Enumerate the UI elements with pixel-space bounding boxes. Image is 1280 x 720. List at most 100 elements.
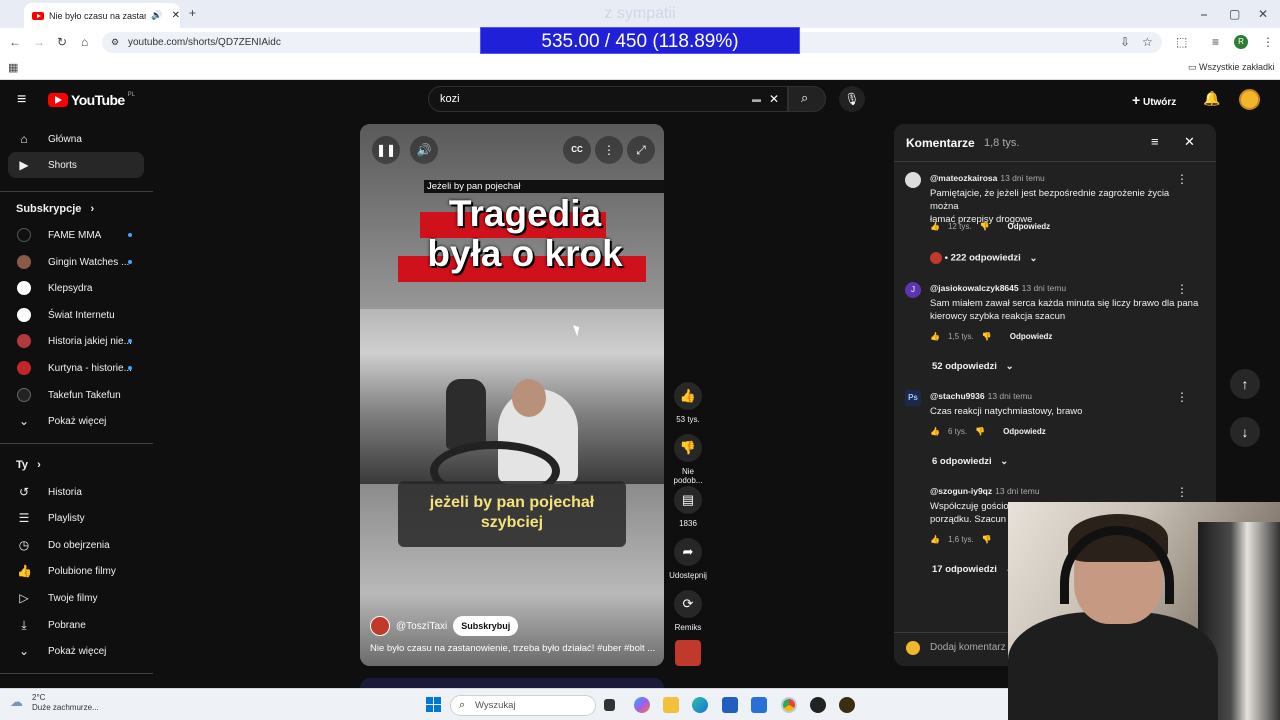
sort-icon[interactable]: ≡ [1151,134,1159,149]
sidebar-subscription[interactable]: Świat Internetu [8,302,144,328]
sidebar-subscription[interactable]: Takefun Takefun [8,382,144,408]
next-short-button[interactable]: ↓ [1230,417,1260,447]
youtube-logo[interactable]: YouTube PL [48,92,135,108]
notifications-bell-icon[interactable]: 🔔 [1203,90,1220,107]
reply-button[interactable]: Odpowiedz [1003,427,1046,436]
create-button[interactable]: + Utwórz [1132,92,1176,108]
thumbs-down-icon[interactable]: 👎 [975,427,985,436]
more-options-icon[interactable]: ⋮ [1176,485,1188,499]
captions-icon[interactable]: CC [563,136,591,164]
next-video-preview[interactable] [360,678,664,688]
app-icon[interactable] [810,697,826,713]
sidebar-item-history[interactable]: ↺ Historia [8,479,144,505]
speaker-icon[interactable]: 🔊 [151,10,162,21]
like-button[interactable]: 👍 53 tys. [668,382,708,424]
thumbs-down-icon[interactable]: 👎 [982,332,992,341]
more-options-icon[interactable]: ⋮ [1176,172,1188,186]
user-avatar[interactable] [1239,89,1260,110]
volume-icon[interactable]: 🔊 [410,136,438,164]
sidebar-item-home[interactable]: ⌂ Główna [8,126,144,152]
fullscreen-icon[interactable]: ⤢ [627,136,655,164]
maximize-icon[interactable]: ▢ [1229,8,1240,20]
sidebar-item-playlists[interactable]: ☰ Playlisty [8,505,144,531]
clear-search-icon[interactable]: ✕ [769,87,779,111]
view-replies-button[interactable]: • 222 odpowiedzi ⌄ [930,252,1037,264]
profile-avatar[interactable]: R [1234,35,1248,49]
windows-start-icon[interactable] [426,697,441,712]
task-view-icon[interactable] [604,699,615,711]
taskbar-search-input[interactable]: ⌕ Wyszukaj [450,695,596,716]
you-header[interactable]: Ty › [16,459,41,471]
install-icon[interactable]: ⇩ [1120,36,1130,48]
tab-close-icon[interactable]: ✕ [172,10,180,21]
comment-author[interactable]: @jasiokowalczyk8645 13 dni temu [930,283,1066,293]
search-button[interactable]: ⌕ [788,86,826,112]
sidebar-item-shorts[interactable]: ▶ Shorts [8,152,144,178]
sidebar-subscription[interactable]: Gingin Watches ... [8,249,144,275]
back-icon[interactable]: ← [9,36,21,48]
view-replies-button[interactable]: 6 odpowiedzi ⌄ [932,456,1008,467]
thumbs-up-icon[interactable]: 👍 [930,535,940,544]
sidebar-subscription[interactable]: Klepsydra [8,275,144,301]
previous-short-button[interactable]: ↑ [1230,369,1260,399]
more-options-icon[interactable]: ⋮ [1176,390,1188,404]
chrome-icon[interactable] [781,697,797,713]
comment-avatar[interactable]: Ps [905,390,921,406]
copilot-icon[interactable] [634,697,650,713]
thumbs-up-icon[interactable]: 👍 [930,332,940,341]
new-tab-icon[interactable]: + [189,7,196,19]
thumbs-up-icon[interactable]: 👍 [930,427,940,436]
share-button[interactable]: ➦ Udostępnij [668,538,708,580]
media-icon[interactable]: ≡ [1212,36,1219,48]
comment-avatar[interactable] [905,172,921,188]
sidebar-subscription[interactable]: Kurtyna - historie... [8,355,144,381]
all-bookmarks[interactable]: ▭ Wszystkie zakładki [1188,62,1275,73]
bookmark-star-icon[interactable]: ☆ [1142,36,1153,48]
sidebar-item-your-videos[interactable]: ▷ Twoje filmy [8,585,144,611]
weather-widget[interactable]: ☁ 2°C Duże zachmurze... [10,693,99,713]
comment-author[interactable]: @mateozkairosa 13 dni temu [930,173,1045,183]
sidebar-subscription[interactable]: Historia jakiej nie... [8,328,144,354]
more-options-icon[interactable]: ⋮ [1176,282,1188,296]
thumbs-up-icon[interactable]: 👍 [930,222,940,231]
menu-icon[interactable]: ≡ [17,91,26,109]
browser-tab[interactable]: Nie było czasu na zastanow 🔊 ✕ [24,3,180,28]
apps-grid-icon[interactable]: ▦ [8,62,18,74]
reply-button[interactable]: Odpowiedz [1010,332,1053,341]
sidebar-subscription[interactable]: FAME MMA [8,222,144,248]
remix-button[interactable]: ⟳ Remiks [668,590,708,632]
home-browser-icon[interactable]: ⌂ [81,36,88,48]
comments-button[interactable]: ▤ 1836 [668,486,708,528]
more-options-icon[interactable]: ⋮ [595,136,623,164]
shorts-video-player[interactable]: Jeżeli by pan pojechał Tragedia była o k… [360,124,664,666]
channel-name[interactable]: @ToszíTaxi [396,621,447,632]
minimize-icon[interactable]: ⎯ [1201,8,1207,20]
view-replies-button[interactable]: 17 odpowiedzi ⌄ [932,564,1014,575]
keyboard-icon[interactable]: ▬ [752,87,761,111]
store-icon[interactable] [751,697,767,713]
channel-avatar[interactable] [370,616,390,636]
show-more-subscriptions[interactable]: ⌄ Pokaż więcej [8,408,144,434]
site-info-icon[interactable]: ⚙ [111,32,119,53]
sidebar-item-liked[interactable]: 👍 Polubione filmy [8,558,144,584]
outlook-icon[interactable] [722,697,738,713]
file-explorer-icon[interactable] [663,697,679,713]
pause-icon[interactable]: ❚❚ [372,136,400,164]
subscriptions-header[interactable]: Subskrypcje › [16,203,94,215]
dislike-button[interactable]: 👎 Nie podob... [668,434,708,485]
close-icon[interactable]: ✕ [1184,134,1195,150]
browser-menu-icon[interactable]: ⋮ [1262,36,1274,48]
reload-icon[interactable]: ↻ [57,36,67,48]
sidebar-item-watch-later[interactable]: ◷ Do obejrzenia [8,532,144,558]
search-input[interactable]: kozi ▬ ✕ [428,86,788,112]
reply-button[interactable]: Odpowiedz [1008,222,1051,231]
extensions-icon[interactable]: ⬚ [1176,36,1187,48]
comment-avatar[interactable]: J [905,282,921,298]
video-title[interactable]: Nie było czasu na zastanowienie, trzeba … [370,643,660,654]
sidebar-item-downloads[interactable]: ⤓ Pobrane [8,612,144,638]
app-icon[interactable] [839,697,855,713]
window-close-icon[interactable]: ✕ [1258,8,1268,20]
forward-icon[interactable]: → [33,36,45,48]
thumbs-down-icon[interactable]: 👎 [982,535,992,544]
sound-avatar[interactable] [675,640,701,666]
